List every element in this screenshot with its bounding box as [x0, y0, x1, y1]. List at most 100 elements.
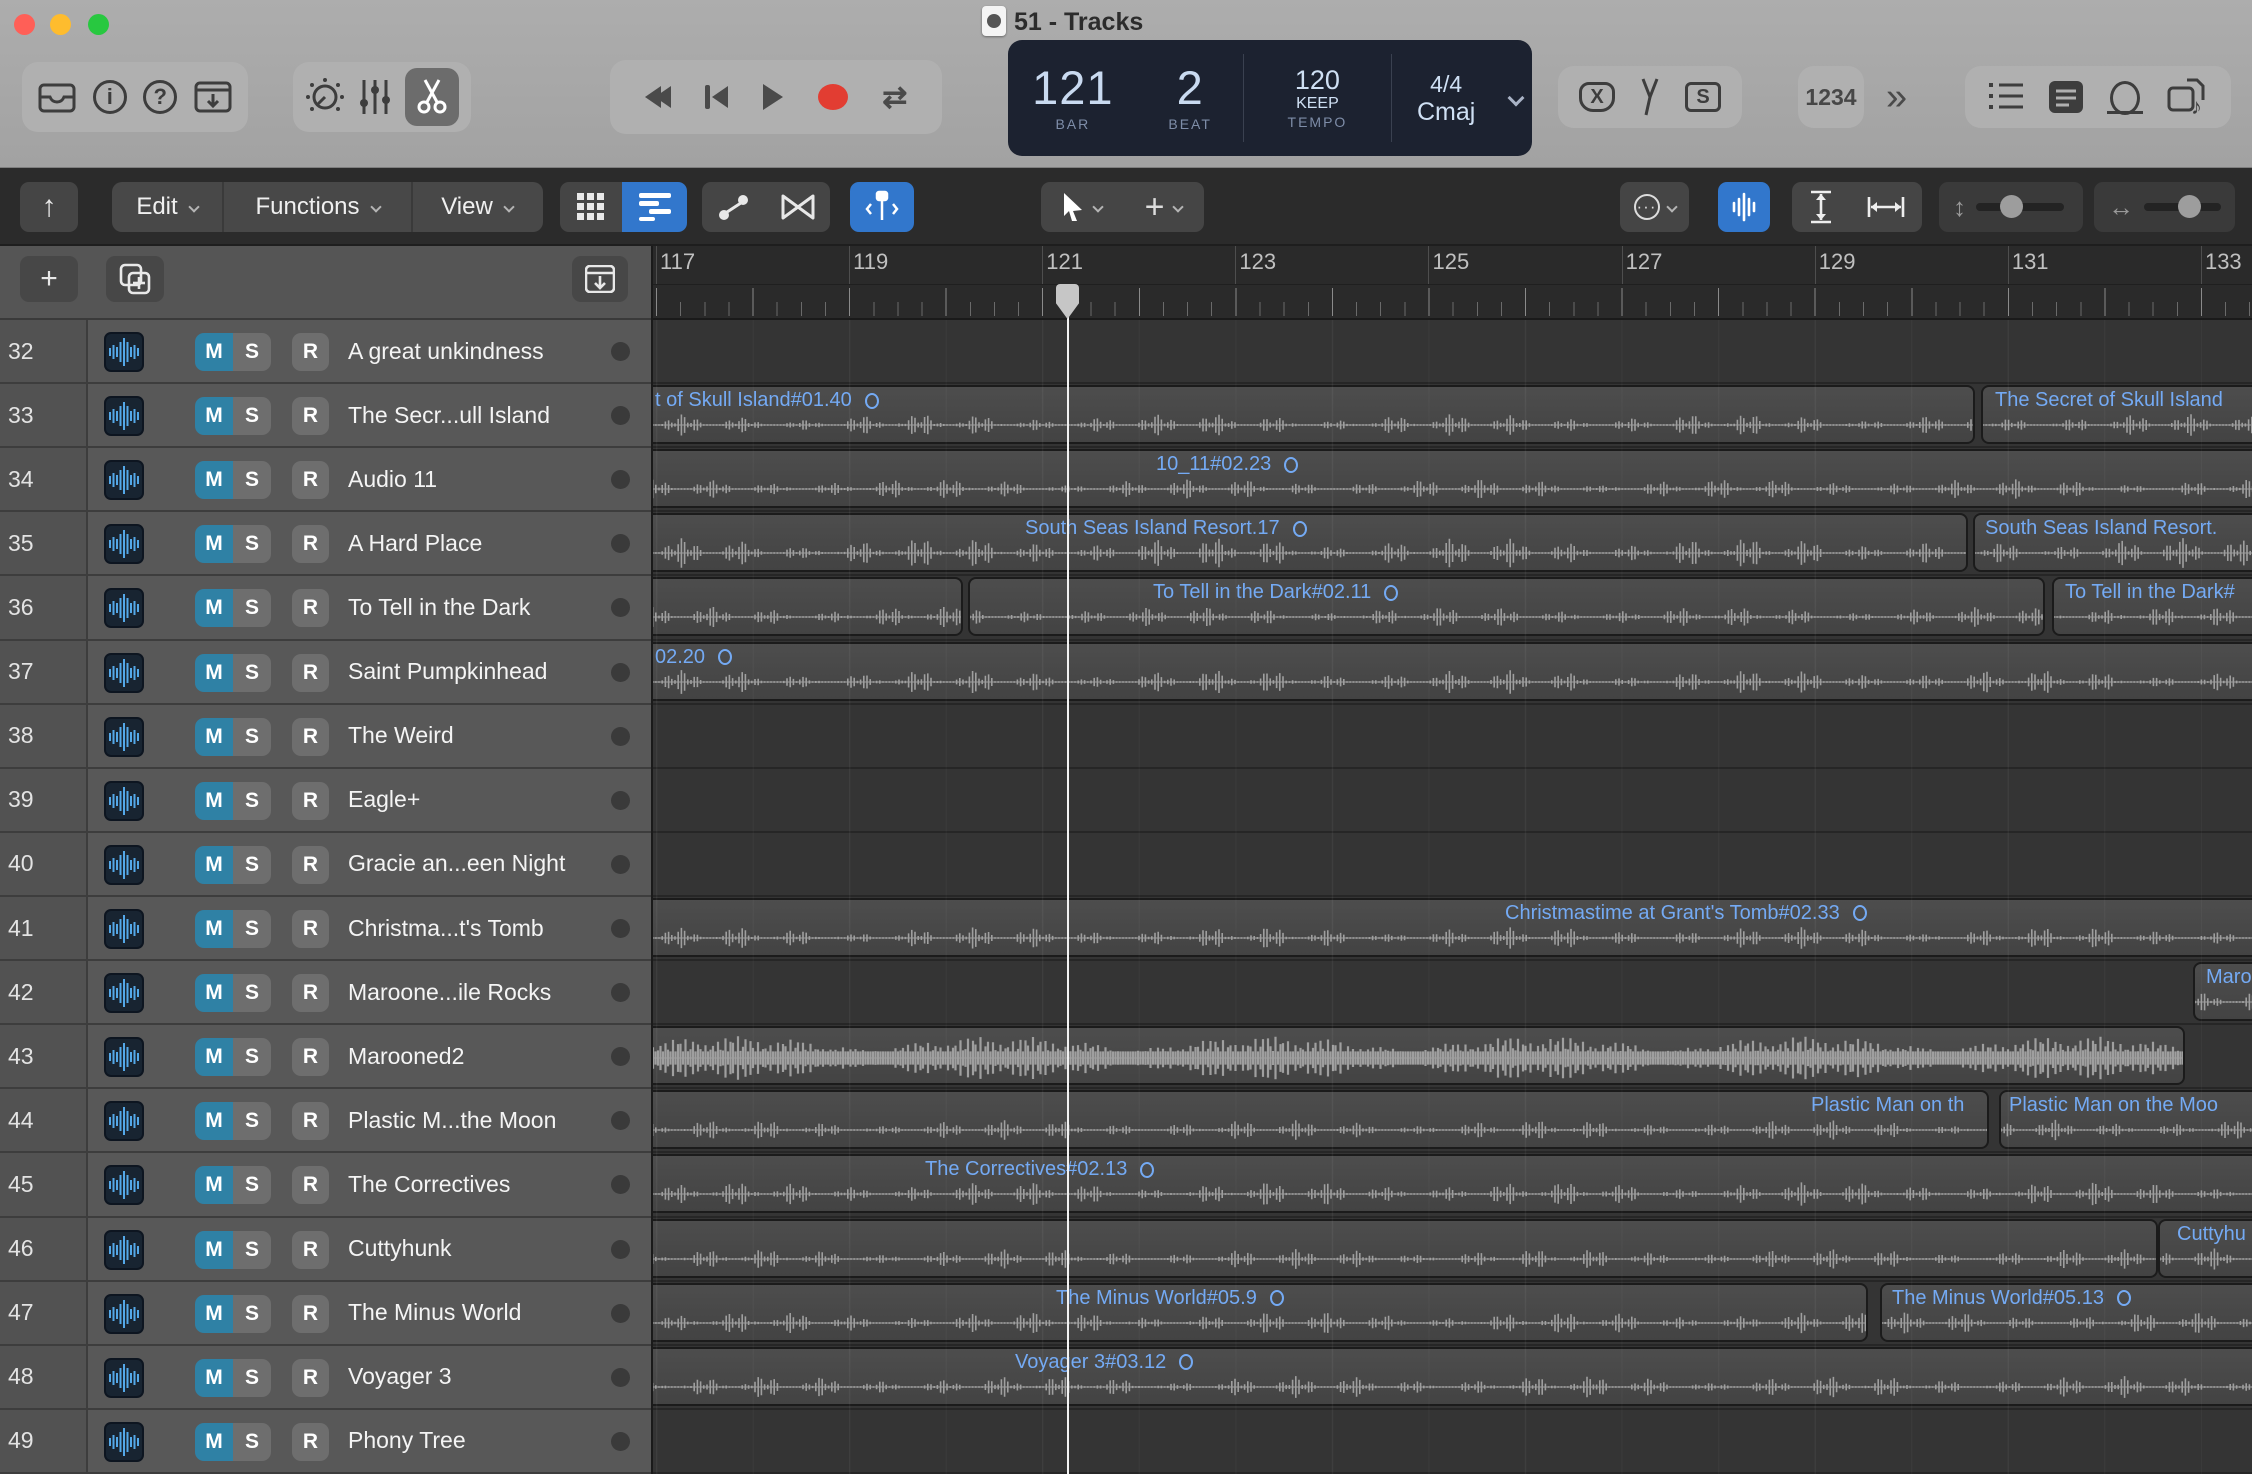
- mute-button[interactable]: M: [195, 1166, 233, 1204]
- snap-menu[interactable]: ···: [1620, 182, 1689, 232]
- solo-button[interactable]: S: [233, 654, 271, 692]
- zoom-window-button[interactable]: [88, 14, 109, 35]
- track-header[interactable]: 40MSRGracie an...een Night: [0, 833, 653, 897]
- solo-button[interactable]: S: [233, 974, 271, 1012]
- close-window-button[interactable]: [14, 14, 35, 35]
- solo-button[interactable]: S: [233, 525, 271, 563]
- record-enable-button[interactable]: R: [292, 846, 329, 884]
- record-button[interactable]: [818, 84, 848, 110]
- mute-button[interactable]: M: [195, 1295, 233, 1333]
- horizontal-zoom-slider[interactable]: ↔: [2094, 182, 2235, 232]
- track-name[interactable]: The Minus World: [348, 1282, 521, 1344]
- record-enable-button[interactable]: R: [292, 589, 329, 627]
- track-name[interactable]: Plastic M...the Moon: [348, 1089, 556, 1151]
- track-header-options-button[interactable]: [572, 256, 628, 302]
- track-header[interactable]: 39MSREagle+: [0, 769, 653, 833]
- dim-knob-icon[interactable]: [305, 77, 345, 117]
- track-header[interactable]: 48MSRVoyager 3: [0, 1346, 653, 1410]
- vertical-auto-zoom-button[interactable]: [1792, 182, 1850, 232]
- solo-button[interactable]: S: [233, 846, 271, 884]
- cycle-button[interactable]: ⇄: [882, 80, 907, 115]
- track-name[interactable]: The Correctives: [348, 1153, 510, 1215]
- track-header[interactable]: 49MSRPhony Tree: [0, 1410, 653, 1474]
- track-name[interactable]: Maroone...ile Rocks: [348, 961, 551, 1023]
- audio-region[interactable]: [653, 385, 1975, 444]
- automation-button[interactable]: [702, 182, 766, 232]
- track-header[interactable]: 32MSRA great unkindness: [0, 320, 653, 384]
- lcd-key-section[interactable]: 4/4 Cmaj: [1392, 40, 1500, 156]
- track-lane[interactable]: 02.20: [653, 641, 2252, 705]
- track-lane[interactable]: [653, 705, 2252, 769]
- track-header[interactable]: 41MSRChristma...t's Tomb: [0, 897, 653, 961]
- track-lane[interactable]: The Minus World#05.9The Minus World#05.1…: [653, 1282, 2252, 1346]
- go-to-beginning-button[interactable]: [705, 85, 728, 109]
- mute-button[interactable]: M: [195, 846, 233, 884]
- lcd-options-chevron[interactable]: [1500, 40, 1532, 156]
- note-pads-icon[interactable]: [2049, 81, 2083, 113]
- duplicate-track-button[interactable]: [106, 256, 164, 302]
- record-enable-button[interactable]: R: [292, 1102, 329, 1140]
- track-lane[interactable]: To Tell in the Dark#02.11To Tell in the …: [653, 576, 2252, 640]
- record-enable-button[interactable]: R: [292, 525, 329, 563]
- track-header[interactable]: 42MSRMaroone...ile Rocks: [0, 961, 653, 1025]
- track-lane[interactable]: [653, 1025, 2252, 1089]
- mute-button[interactable]: M: [195, 654, 233, 692]
- solo-button[interactable]: S: [233, 333, 271, 371]
- solo-button[interactable]: S: [233, 397, 271, 435]
- record-enable-button[interactable]: R: [292, 1231, 329, 1269]
- library-icon[interactable]: [38, 81, 76, 113]
- waveform-zoom-button[interactable]: [1718, 182, 1770, 232]
- hide-tracks-header-button[interactable]: ↑: [20, 182, 78, 232]
- audio-region[interactable]: [653, 898, 2252, 957]
- lcd-beat-section[interactable]: 2 BEAT: [1138, 40, 1243, 156]
- record-enable-button[interactable]: R: [292, 1359, 329, 1397]
- audio-region[interactable]: [653, 1154, 2252, 1213]
- audio-region[interactable]: [2052, 577, 2252, 636]
- lcd-display[interactable]: 121 BAR 2 BEAT 120 KEEP TEMPO 4/4 Cmaj: [1008, 40, 1532, 156]
- mute-button[interactable]: M: [195, 397, 233, 435]
- tracks-timeline[interactable]: t of Skull Island#01.40The Secret of Sku…: [653, 320, 2252, 1474]
- track-header[interactable]: 37MSRSaint Pumpkinhead: [0, 641, 653, 705]
- track-name[interactable]: A Hard Place: [348, 512, 482, 574]
- pointer-tool-menu[interactable]: [1041, 182, 1123, 232]
- track-name[interactable]: Christma...t's Tomb: [348, 897, 544, 959]
- track-name[interactable]: The Weird: [348, 705, 454, 767]
- audio-region[interactable]: [1973, 513, 2252, 572]
- functions-menu[interactable]: Functions: [224, 182, 411, 232]
- track-header[interactable]: 44MSRPlastic M...the Moon: [0, 1089, 653, 1153]
- track-lane[interactable]: [653, 320, 2252, 384]
- mute-button[interactable]: M: [195, 1038, 233, 1076]
- secondary-tool-menu[interactable]: +: [1123, 182, 1204, 232]
- record-enable-button[interactable]: R: [292, 782, 329, 820]
- track-lane[interactable]: [653, 1410, 2252, 1474]
- record-enable-button[interactable]: R: [292, 1423, 329, 1461]
- track-name[interactable]: Saint Pumpkinhead: [348, 641, 547, 703]
- solo-button[interactable]: S: [233, 461, 271, 499]
- solo-button[interactable]: S: [233, 1359, 271, 1397]
- solo-button[interactable]: S: [233, 1038, 271, 1076]
- audio-region[interactable]: [653, 1283, 1868, 1342]
- solo-button[interactable]: S: [233, 1423, 271, 1461]
- record-enable-button[interactable]: R: [292, 718, 329, 756]
- solo-button[interactable]: S: [233, 589, 271, 627]
- track-lane[interactable]: Plastic Man on thPlastic Man on the Moo: [653, 1089, 2252, 1153]
- audio-region[interactable]: [2158, 1219, 2252, 1278]
- lcd-tempo-section[interactable]: 120 KEEP TEMPO: [1244, 40, 1392, 156]
- record-enable-button[interactable]: R: [292, 1295, 329, 1333]
- track-header[interactable]: 35MSRA Hard Place: [0, 512, 653, 576]
- add-track-button[interactable]: +: [20, 256, 78, 302]
- record-enable-button[interactable]: R: [292, 397, 329, 435]
- track-name[interactable]: Marooned2: [348, 1025, 464, 1087]
- vertical-zoom-thumb[interactable]: [2000, 195, 2023, 218]
- edit-menu[interactable]: Edit: [112, 182, 222, 232]
- track-header[interactable]: 43MSRMarooned2: [0, 1025, 653, 1089]
- track-header[interactable]: 47MSRThe Minus World: [0, 1282, 653, 1346]
- mute-button[interactable]: M: [195, 333, 233, 371]
- track-name[interactable]: Phony Tree: [348, 1410, 466, 1472]
- audio-region[interactable]: [2193, 962, 2252, 1021]
- track-header[interactable]: 34MSRAudio 11: [0, 448, 653, 512]
- track-lane[interactable]: Voyager 3#03.12: [653, 1346, 2252, 1410]
- cut-tool-button[interactable]: [405, 68, 459, 126]
- track-lane[interactable]: The Correctives#02.13: [653, 1153, 2252, 1217]
- flex-pitch-button[interactable]: [850, 182, 914, 232]
